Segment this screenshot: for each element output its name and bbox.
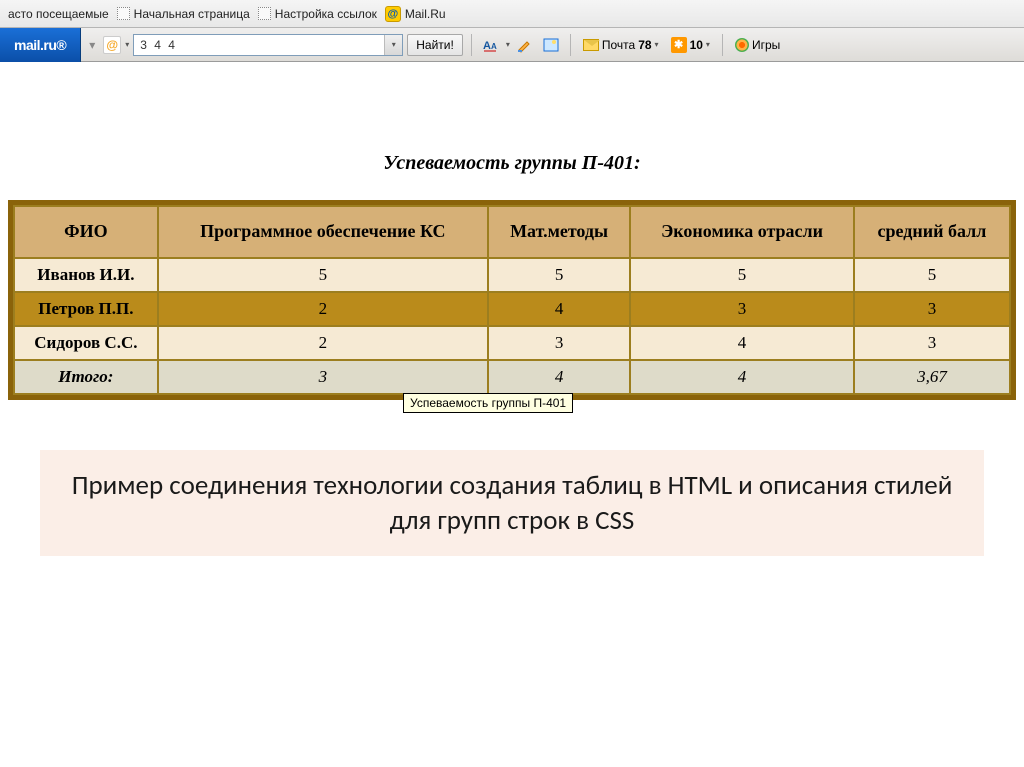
bookmark-label: асто посещаемые	[8, 7, 109, 21]
table-row: Петров П.П.2433	[15, 293, 1009, 325]
highlighter-icon[interactable]	[514, 34, 536, 56]
page-title: Успеваемость группы П-401:	[0, 152, 1024, 175]
total-cell: 4	[631, 361, 853, 393]
table-cell: 4	[489, 293, 629, 325]
bookmark-label: Настройка ссылок	[275, 7, 377, 21]
search-value: 3 4 4	[136, 38, 181, 52]
toolbar: mail.ru® ▾ @ ▾ 3 4 4 ▾ Найти! AA ▾ Почта…	[0, 28, 1024, 62]
table-cell: 3	[631, 293, 853, 325]
search-dropdown-icon[interactable]: ▾	[384, 35, 402, 55]
table-cell: 3	[855, 293, 1009, 325]
svg-text:A: A	[491, 42, 497, 51]
bookmark-freq-visited[interactable]: асто посещаемые	[8, 7, 109, 21]
table-cell: 5	[159, 259, 487, 291]
mailru-logo[interactable]: mail.ru®	[0, 28, 81, 62]
mail-label: Почта	[602, 38, 635, 52]
ok-button[interactable]: ✱ 10 ▾	[667, 34, 714, 56]
row-name: Петров П.П.	[15, 293, 157, 325]
table-row: Сидоров С.С.2343	[15, 327, 1009, 359]
table-total-row: Итого: 3 4 4 3,67	[15, 361, 1009, 393]
table-cell: 3	[855, 327, 1009, 359]
col-average: средний балл	[855, 207, 1009, 257]
bookmark-label: Начальная страница	[134, 7, 250, 21]
total-cell: 3	[159, 361, 487, 393]
odnoklassniki-icon: ✱	[671, 37, 687, 53]
svg-text:A: A	[483, 40, 491, 52]
search-input[interactable]: 3 4 4 ▾	[133, 34, 403, 56]
col-math: Мат.методы	[489, 207, 629, 257]
bookmarks-bar: асто посещаемые Начальная страница Настр…	[0, 0, 1024, 28]
table-cell: 2	[159, 327, 487, 359]
bookmark-mailru[interactable]: @ Mail.Ru	[385, 6, 446, 22]
col-software: Программное обеспечение КС	[159, 207, 487, 257]
ok-count: 10	[690, 38, 703, 52]
table-cell: 5	[631, 259, 853, 291]
mail-count: 78	[638, 38, 651, 52]
dropdown-icon[interactable]: ▾	[506, 40, 510, 49]
row-name: Сидоров С.С.	[15, 327, 157, 359]
bookmark-link-settings[interactable]: Настройка ссылок	[258, 7, 377, 21]
caption: Пример соединения технологии создания та…	[40, 450, 984, 556]
total-label: Итого:	[15, 361, 157, 393]
screenshot-icon[interactable]	[540, 34, 562, 56]
games-label: Игры	[752, 38, 780, 52]
table-cell: 5	[855, 259, 1009, 291]
table-cell: 2	[159, 293, 487, 325]
table-cell: 4	[631, 327, 853, 359]
dropdown-icon[interactable]: ▾	[125, 40, 129, 49]
mail-icon	[583, 39, 599, 51]
mailru-icon: @	[385, 6, 401, 22]
dropdown-icon: ▾	[655, 40, 659, 49]
find-button[interactable]: Найти!	[407, 34, 463, 56]
table-cell: 3	[489, 327, 629, 359]
grades-table: ФИО Программное обеспечение КС Мат.метод…	[8, 200, 1016, 400]
divider	[471, 34, 472, 56]
mail-button[interactable]: Почта 78 ▾	[579, 34, 663, 56]
table-cell: 5	[489, 259, 629, 291]
table-header-row: ФИО Программное обеспечение КС Мат.метод…	[15, 207, 1009, 257]
text-size-icon[interactable]: AA	[480, 34, 502, 56]
page-content: Успеваемость группы П-401: ФИО Программн…	[0, 62, 1024, 556]
bookmark-placeholder-icon	[258, 7, 271, 20]
games-button[interactable]: Игры	[731, 34, 784, 56]
toolbar-divider: ▾	[85, 38, 99, 52]
table-row: Иванов И.И.5555	[15, 259, 1009, 291]
bookmark-label: Mail.Ru	[405, 7, 446, 21]
bookmark-start-page[interactable]: Начальная страница	[117, 7, 250, 21]
divider	[570, 34, 571, 56]
at-icon[interactable]: @	[103, 36, 121, 54]
col-fio: ФИО	[15, 207, 157, 257]
total-cell: 3,67	[855, 361, 1009, 393]
col-economics: Экономика отрасли	[631, 207, 853, 257]
row-name: Иванов И.И.	[15, 259, 157, 291]
divider	[722, 34, 723, 56]
total-cell: 4	[489, 361, 629, 393]
dropdown-icon: ▾	[706, 40, 710, 49]
bookmark-placeholder-icon	[117, 7, 130, 20]
games-icon	[735, 38, 749, 52]
tooltip: Успеваемость группы П-401	[403, 393, 573, 413]
